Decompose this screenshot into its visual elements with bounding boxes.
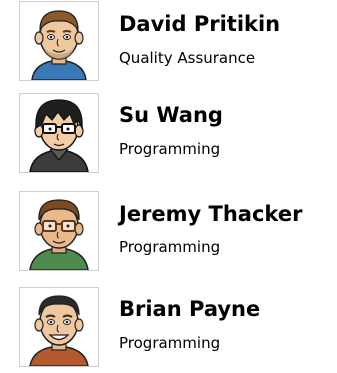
member-role: Programming (119, 140, 221, 158)
team-member-card: Jeremy Thacker Programming (0, 191, 337, 277)
cartoon-man-glasses-avatar-icon (20, 192, 98, 270)
team-member-card: David Pritikin Quality Assurance (0, 1, 337, 87)
team-member-card: Brian Payne Programming (0, 287, 337, 373)
member-role: Programming (119, 238, 221, 256)
member-name: Jeremy Thacker (119, 202, 303, 226)
member-name: David Pritikin (119, 12, 281, 36)
member-role: Quality Assurance (119, 49, 256, 67)
member-role: Programming (119, 334, 221, 352)
member-name: Su Wang (119, 103, 223, 127)
team-member-list: David Pritikin Quality Assurance Su Wang… (0, 0, 337, 367)
member-name: Brian Payne (119, 297, 261, 321)
cartoon-man-glasses-dark-hair-avatar-icon (20, 94, 98, 172)
avatar (19, 287, 99, 367)
avatar (19, 191, 99, 271)
cartoon-man-stubble-avatar-icon (20, 2, 98, 80)
avatar (19, 1, 99, 81)
cartoon-man-smiling-avatar-icon (20, 288, 98, 366)
team-member-card: Su Wang Programming (0, 93, 337, 179)
avatar (19, 93, 99, 173)
